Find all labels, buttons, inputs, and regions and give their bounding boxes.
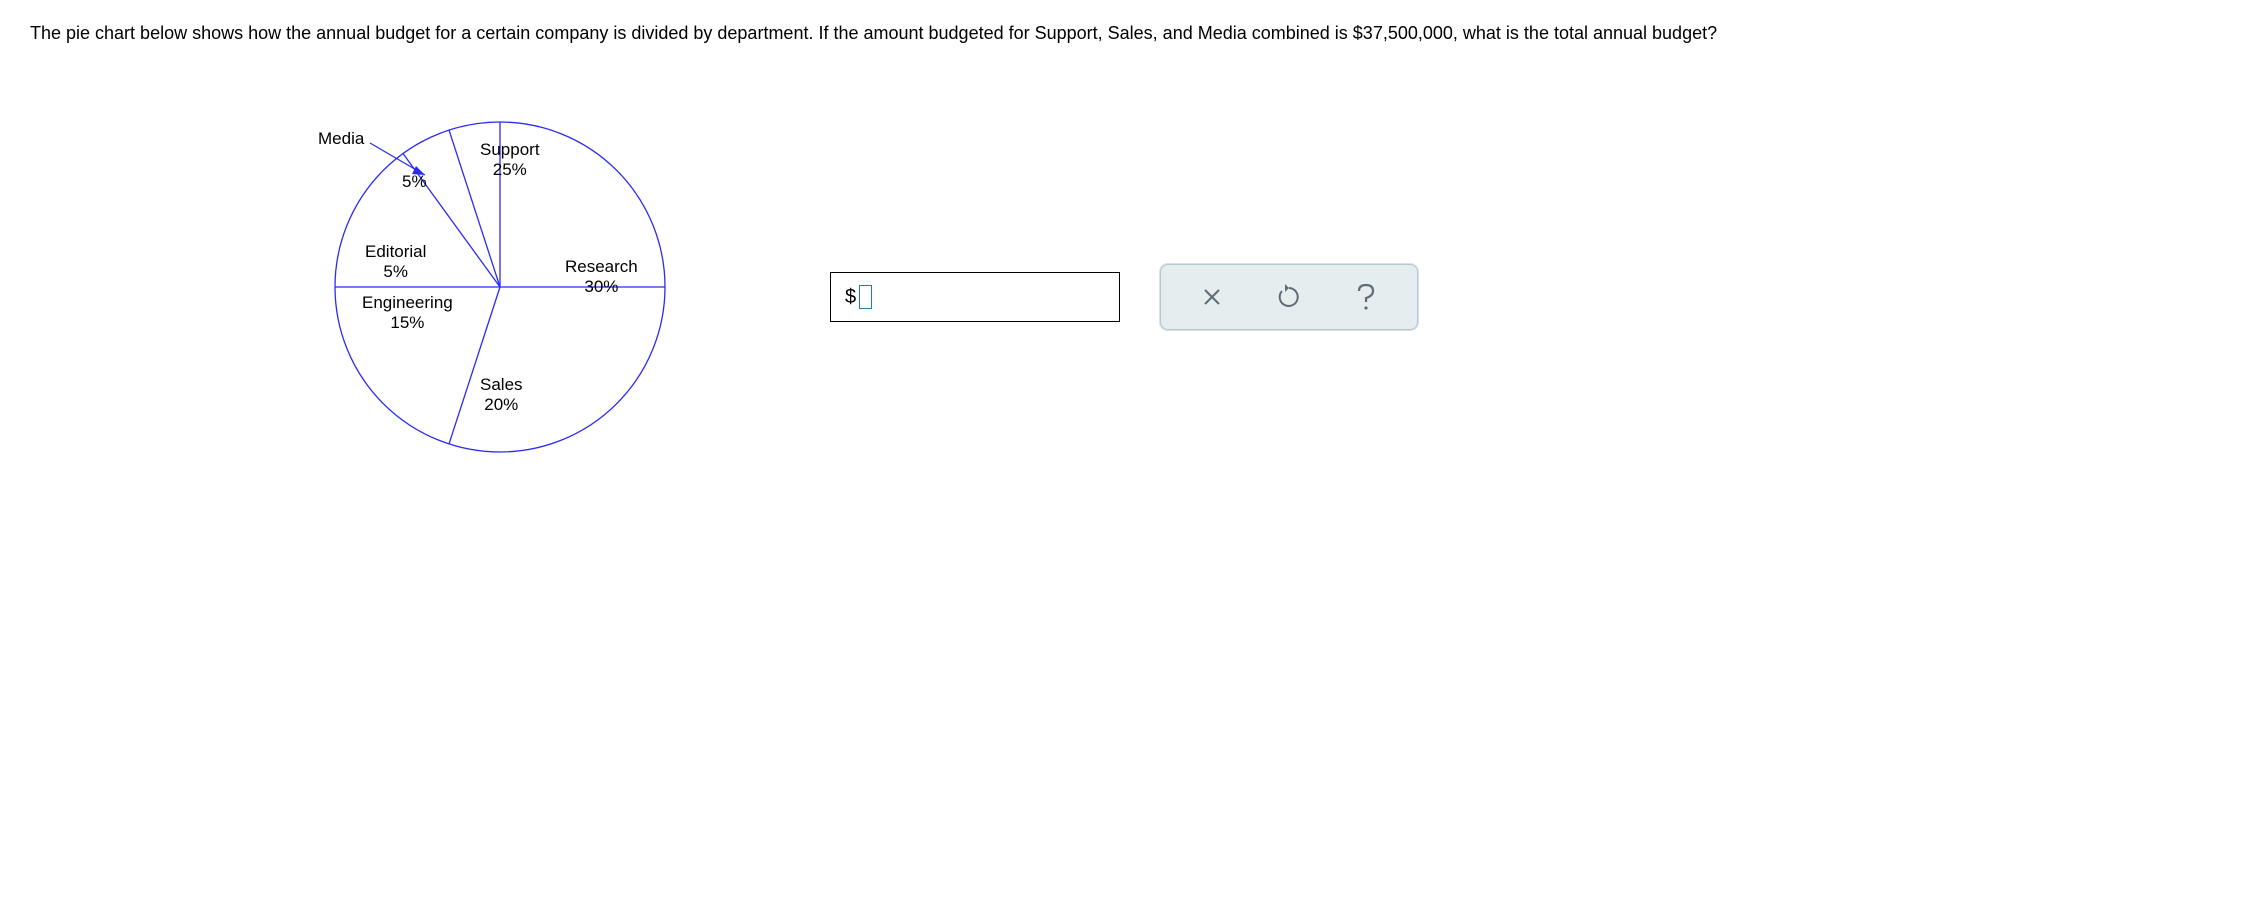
help-button[interactable] [1350, 281, 1382, 313]
content-row: Support 25% Research 30% Sales 20% Engin… [30, 87, 2218, 507]
undo-icon [1276, 284, 1302, 310]
slice-label-media: Media [318, 129, 364, 149]
question-amount: $37,500,000 [1353, 23, 1453, 43]
slice-label-editorial: Editorial 5% [365, 242, 426, 281]
undo-button[interactable] [1273, 281, 1305, 313]
question-prefix: The pie chart below shows how the annual… [30, 23, 1353, 43]
slice-label-engineering: Engineering 15% [362, 293, 453, 332]
slice-label-sales: Sales 20% [480, 375, 523, 414]
answer-input-box[interactable]: $ [830, 272, 1120, 322]
text-cursor-icon [859, 285, 872, 309]
question-suffix: , what is the total annual budget? [1453, 23, 1717, 43]
answer-area: $ [830, 264, 1418, 330]
answer-prefix: $ [845, 286, 856, 309]
toolbar [1160, 264, 1418, 330]
close-button[interactable] [1196, 281, 1228, 313]
slice-pct-media: 5% [402, 172, 427, 192]
slice-label-research: Research 30% [565, 257, 638, 296]
question-text: The pie chart below shows how the annual… [30, 20, 2218, 47]
pie-chart: Support 25% Research 30% Sales 20% Engin… [290, 87, 710, 507]
slice-label-support: Support 25% [480, 140, 540, 179]
close-icon [1201, 286, 1223, 308]
help-icon [1353, 282, 1379, 312]
